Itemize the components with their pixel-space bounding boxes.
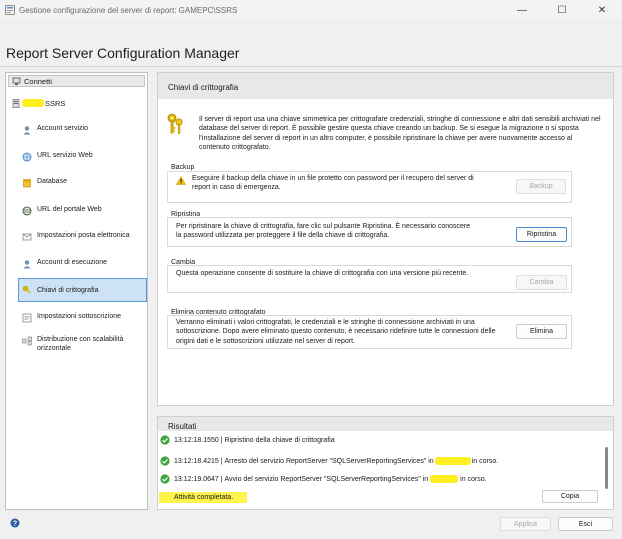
redacted-server-name	[430, 475, 459, 483]
result-message: Arresto del servizio ReportServer "SQLSe…	[224, 457, 434, 465]
sidebar-item-database[interactable]: Database	[21, 178, 145, 190]
result-row: 13:12:18.1550 | Ripristino della chiave …	[160, 435, 335, 445]
result-message-end: in corso.	[460, 475, 487, 483]
close-button[interactable]: ✕	[582, 0, 622, 20]
change-button[interactable]: Cambia	[516, 275, 567, 290]
success-check-icon	[160, 474, 170, 484]
success-check-icon	[160, 435, 170, 445]
warning-icon	[176, 176, 186, 185]
change-description: Questa operazione consente di sostituire…	[176, 270, 469, 277]
web-service-url-icon	[22, 152, 32, 162]
sidebar-item-label: Distribuzione con scalabilità orizzontal…	[37, 336, 124, 352]
subscription-settings-icon	[22, 313, 32, 323]
result-time: 13:12:19.0647	[174, 475, 219, 483]
backup-group-label: Backup	[171, 164, 195, 171]
sidebar-item-email-settings[interactable]: Impostazioni posta elettronica	[21, 232, 145, 244]
sidebar-item-label: URL servizio Web	[37, 152, 93, 159]
results-title: Risultati	[168, 422, 197, 431]
redacted-server-name	[434, 457, 471, 465]
redacted-server-name	[22, 99, 44, 107]
sidebar-item-web-portal-url[interactable]: URL del portale Web	[21, 206, 145, 218]
database-icon	[23, 179, 31, 188]
copy-button[interactable]: Copia	[542, 490, 598, 503]
sidebar-item-label: Account servizio	[37, 125, 88, 132]
result-message-end: in corso.	[471, 457, 499, 465]
svg-text:?: ?	[13, 521, 17, 528]
backup-button[interactable]: Backup	[516, 179, 566, 194]
scale-out-icon	[22, 336, 32, 346]
server-name-suffix: SSRS	[45, 98, 66, 108]
connect-label: Connetti	[24, 76, 52, 86]
minimize-button[interactable]: —	[502, 0, 542, 20]
sidebar-item-subscription-settings[interactable]: Impostazioni sottoscrizione	[21, 313, 145, 325]
sidebar-item-execution-account[interactable]: Account di esecuzione	[21, 259, 145, 271]
server-node[interactable]: SSRS	[12, 97, 65, 109]
maximize-button[interactable]: ☐	[542, 0, 582, 20]
delete-button[interactable]: Elimina	[516, 324, 567, 339]
result-time: 13:12:18.1550	[174, 436, 219, 444]
connect-icon	[12, 77, 21, 85]
sidebar-item-scale-out[interactable]: Distribuzione con scalabilità orizzontal…	[21, 336, 145, 356]
backup-description: Eseguire il backup della chiave in un fi…	[192, 175, 474, 192]
success-check-icon	[160, 456, 170, 466]
result-row: 13:12:19.0647 | Avvio del servizio Repor…	[160, 474, 487, 484]
restore-description: Per ripristinare la chiave di crittograf…	[176, 223, 471, 240]
delete-description: Verranno eliminati i valori crittografat…	[176, 319, 496, 345]
sidebar-item-label: Impostazioni posta elettronica	[37, 232, 130, 239]
result-time: 13:12:18.4215	[174, 457, 219, 465]
sidebar-item-encryption-keys[interactable]: Chiavi di crittografia	[18, 278, 147, 302]
connect-button[interactable]: Connetti	[8, 75, 145, 87]
result-message: Ripristino della chiave di crittografia	[224, 436, 335, 444]
header-title: Report Server Configuration Manager	[6, 45, 240, 61]
sidebar-item-label: URL del portale Web	[37, 206, 102, 213]
apply-button[interactable]: Applica	[500, 517, 551, 531]
service-account-icon	[23, 126, 31, 135]
exit-button[interactable]: Esci	[558, 517, 613, 531]
encryption-keys-icon	[22, 285, 31, 294]
intro-text: Il server di report usa una chiave simme…	[199, 116, 601, 151]
sidebar-item-service-account[interactable]: Account servizio	[21, 125, 145, 137]
page-title: Chiavi di crittografia	[168, 83, 239, 92]
sidebar-item-web-service-url[interactable]: URL servizio Web	[21, 152, 145, 164]
email-settings-icon	[22, 233, 32, 241]
window-title: Gestione configurazione del server di re…	[19, 6, 238, 15]
app-icon	[5, 5, 15, 15]
header-divider	[0, 66, 622, 67]
results-scrollbar[interactable]	[605, 447, 608, 489]
results-header	[158, 417, 613, 431]
result-row: 13:12:18.4215 | Arresto del servizio Rep…	[160, 456, 498, 466]
web-portal-url-icon	[22, 206, 32, 216]
server-icon	[12, 98, 20, 108]
sidebar-item-label: Database	[37, 178, 67, 185]
sidebar-item-label: Chiavi di crittografia	[37, 286, 99, 294]
status-text: Attività completata.	[159, 492, 248, 503]
restore-button[interactable]: Ripristina	[516, 227, 567, 242]
keys-icon	[167, 113, 183, 134]
help-icon[interactable]: ?	[10, 518, 20, 528]
sidebar-item-label: Account di esecuzione	[37, 259, 108, 266]
sidebar-item-label: Impostazioni sottoscrizione	[37, 313, 122, 320]
result-message: Avvio del servizio ReportServer "SQLServ…	[224, 475, 429, 483]
execution-account-icon	[23, 260, 31, 269]
